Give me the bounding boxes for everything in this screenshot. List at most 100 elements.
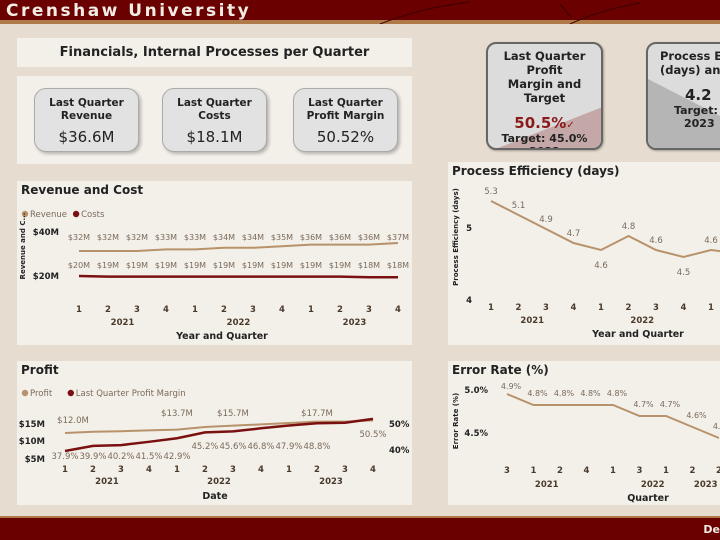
x-tick-label: 1 — [663, 466, 669, 476]
data-label: $19M — [329, 261, 351, 270]
data-label: $37M — [387, 233, 409, 242]
data-label: $36M — [329, 233, 351, 242]
x-axis-title: Quarter — [627, 493, 669, 504]
data-label: $15.7M — [217, 409, 249, 419]
data-label: 4.8% — [527, 389, 548, 398]
x-group-label: 2021 — [535, 480, 559, 490]
kpi-label: Costs — [198, 110, 231, 122]
card-value: 50.5% — [514, 114, 567, 132]
legend-label: Revenue — [30, 210, 67, 220]
x-tick-label: 4 — [258, 465, 264, 475]
x-tick-label: 2 — [337, 305, 343, 315]
x-tick-label: 2 — [516, 303, 522, 313]
data-label: $12.0M — [57, 416, 89, 426]
x-group-label: 2021 — [111, 318, 135, 328]
data-label: $19M — [184, 261, 206, 270]
kpi-label: Last Quarter — [177, 97, 252, 109]
data-label: $32M — [126, 233, 148, 242]
y-tick-label: 5 — [466, 224, 472, 234]
x-tick-label: 2 — [690, 466, 696, 476]
university-title: Crenshaw University — [6, 1, 252, 21]
x-tick-label: 3 — [342, 465, 348, 475]
y-tick-label: $40M — [33, 228, 59, 238]
process-efficiency-chart-panel: Process Efficiency (days) Process Effici… — [448, 162, 720, 345]
y-axis-title: Revenue and C... — [19, 213, 27, 280]
data-label: 40.2% — [107, 452, 134, 462]
kpi-label: Last Quarter — [49, 97, 124, 109]
x-group-label: 2023 — [319, 477, 343, 487]
data-label: 4.7% — [633, 400, 654, 409]
card-year: 2023 — [488, 145, 601, 148]
y-tick-label: $20M — [33, 272, 59, 282]
x-tick-label: 1 — [708, 303, 714, 313]
data-label: $35M — [271, 233, 293, 242]
profit-chart: Profit Last Quarter Profit Margin $5M $10M $… — [19, 389, 410, 502]
legend-label: Costs — [81, 210, 105, 220]
x-tick-label: 3 — [230, 465, 236, 475]
data-label: $20M — [68, 261, 90, 270]
data-label: $19M — [242, 261, 264, 270]
x-tick-label: 2 — [557, 466, 563, 476]
revenue-cost-chart: Revenue Costs Revenue and C... $20M $40M $32M… — [19, 210, 409, 342]
revenue-line — [79, 242, 399, 252]
legend-label: Profit — [30, 389, 53, 399]
kpi-costs: Last Quarter Costs $18.1M — [162, 88, 267, 152]
x-group-label: 2023 — [694, 480, 718, 490]
kpi-label: Profit Margin — [306, 110, 385, 122]
card-value: 4.2 — [685, 86, 712, 104]
x-tick-label: 1 — [610, 466, 616, 476]
x-tick-label: 1 — [598, 303, 604, 313]
data-label: 4.8% — [580, 389, 601, 398]
x-tick-label: 1 — [286, 465, 292, 475]
y-axis-title: Error Rate (%) — [452, 393, 460, 449]
x-tick-label: 1 — [192, 305, 198, 315]
x-tick-label: 4 — [279, 305, 285, 315]
revenue-cost-chart-panel: Revenue and Cost Revenue Costs Revenue and… — [17, 181, 412, 345]
data-label: 4.6 — [704, 236, 718, 246]
x-tick-label: 2 — [314, 465, 320, 475]
process-efficiency-line — [490, 200, 720, 259]
data-label: $19M — [126, 261, 148, 270]
x-axis-title: Year and Quarter — [175, 331, 268, 342]
x-axis-title: Year and Quarter — [591, 329, 684, 340]
x-tick-label: 1 — [488, 303, 494, 313]
data-label: $32M — [68, 233, 90, 242]
data-label: 45.6% — [219, 442, 246, 452]
kpi-panel: Last Quarter Revenue $36.6M Last Quarter C… — [17, 76, 412, 164]
data-label: $36M — [300, 233, 322, 242]
app-header: Crenshaw University — [0, 0, 720, 24]
legend-marker — [21, 389, 29, 397]
data-label: $34M — [213, 233, 235, 242]
footer-text: De — [703, 523, 720, 536]
x-tick-label: 4 — [163, 305, 169, 315]
x-group-label: 2023 — [343, 318, 367, 328]
card-title: Process Eff — [660, 49, 720, 63]
data-label: 47.9% — [275, 442, 302, 452]
x-tick-label: 1 — [531, 466, 537, 476]
x-tick-label: 1 — [76, 305, 82, 315]
x-tick-label: 4 — [395, 305, 401, 315]
kpi-value: $36.6M — [58, 128, 115, 146]
x-tick-label: 2 — [90, 465, 96, 475]
x-group-label: 2022 — [641, 480, 665, 490]
x-tick-label: 2 — [221, 305, 227, 315]
card-target: Target: — [674, 104, 718, 117]
card-year: 2023 — [684, 117, 715, 130]
x-tick-label: 3 — [134, 305, 140, 315]
data-label: 48.8% — [303, 442, 330, 452]
data-label: $17.7M — [301, 409, 333, 419]
x-tick-label: 4 — [584, 466, 590, 476]
process-efficiency-chart: Process Efficiency (days) 4 5 5.3 5.1 4.9 4.7 4… — [452, 187, 720, 340]
card-title: (days) and — [660, 63, 720, 77]
data-label: $18M — [387, 261, 409, 270]
data-label: $33M — [184, 233, 206, 242]
kpi-value: 50.52% — [316, 128, 375, 146]
data-label: $19M — [97, 261, 119, 270]
x-tick-label: 2 — [105, 305, 111, 315]
data-label: 37.9% — [51, 452, 78, 462]
data-label: $34M — [242, 233, 264, 242]
kpi-label: Last Quarter — [308, 97, 383, 109]
y-tick-label: $5M — [25, 455, 45, 465]
profit-margin-target-card: Last Quarter Profit Margin and Target 50.… — [486, 42, 603, 150]
x-tick-label: 2 — [626, 303, 632, 313]
